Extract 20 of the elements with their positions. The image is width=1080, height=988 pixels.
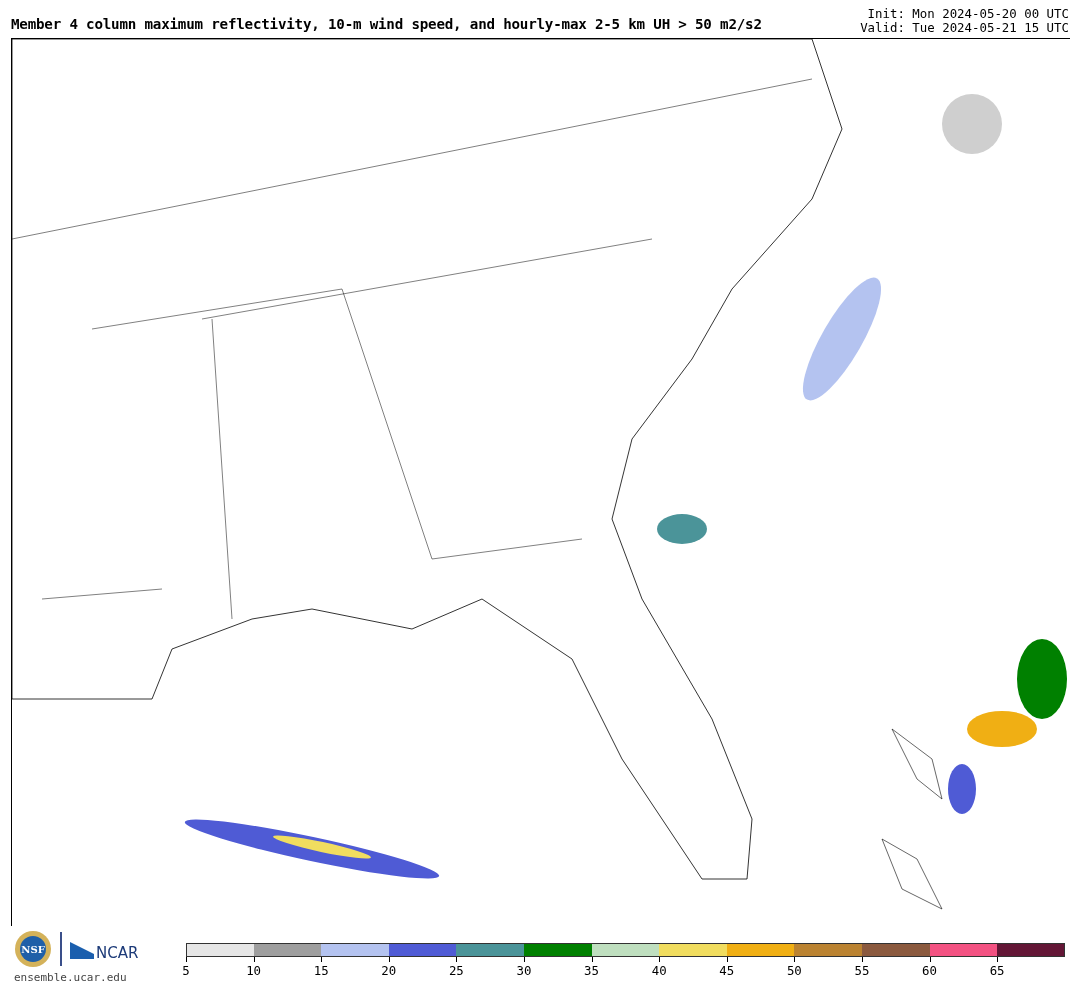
colorbar-tick-label: 30 [515,962,533,980]
colorbar-tick-label: 10 [245,962,263,980]
colorbar-tick-label: 45 [718,962,736,980]
website-url: ensemble.ucar.edu [14,970,128,986]
colorbar-tick-label: 50 [785,962,803,980]
logo-divider [60,932,62,966]
colorbar-tick-label: 15 [312,962,330,980]
colorbar-tick-label: 5 [181,962,191,980]
colorbar-tick-label: 20 [380,962,398,980]
init-time: Init: Mon 2024-05-20 00 UTC [866,5,1069,21]
ncar-logo: NCAR [70,938,142,960]
colorbar-tick-label: 55 [853,962,871,980]
colorbar-tick-label: 40 [650,962,668,980]
nsf-logo: NSF [14,930,52,968]
colorbar-tick-label: 25 [447,962,465,980]
colorbar-tick-label: 65 [988,962,1006,980]
colorbar-tick-label: 60 [921,962,938,980]
chart-title: Member 4 column maximum reflectivity, 10-m wind speed, and hourly-max 2-5 km UH > 50 m2/s2 [11,15,762,34]
valid-time: Valid: Tue 2024-05-21 15 UTC [860,21,1069,35]
colorbar-tick-label: 35 [583,962,600,980]
